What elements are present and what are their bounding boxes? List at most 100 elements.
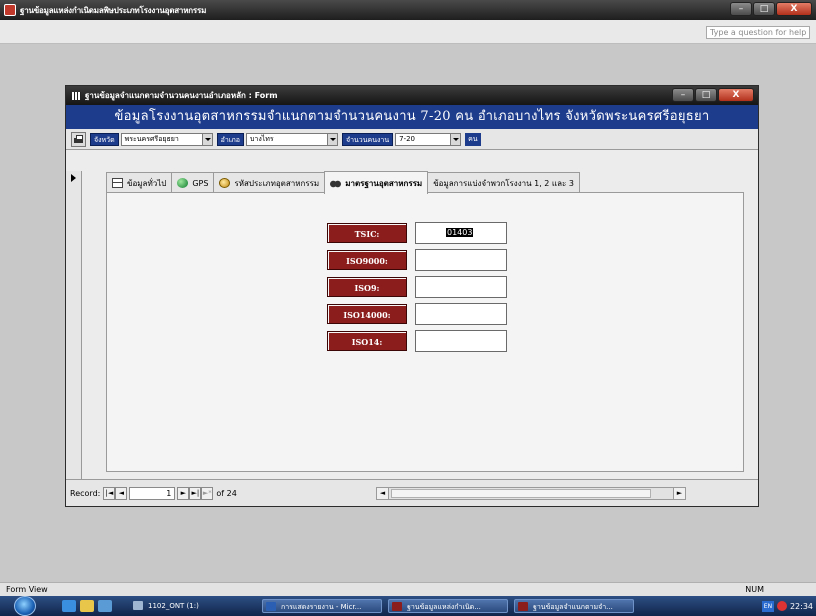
tab-industry-code[interactable]: รหัสประเภทอุตสาหกรรม [213,172,326,193]
iso9000-field: ISO9000: [327,249,507,271]
iso9000-label: ISO9000: [327,250,407,270]
maximize-button[interactable]: □ [753,2,775,16]
access-icon [392,602,402,611]
system-tray: EN 22:34 [761,596,816,616]
app-titlebar: ฐานข้อมูลแหล่งกำเนิดมลพิษประเภทโรงงานอุต… [0,0,816,20]
form-icon [72,91,81,100]
tab-general-info[interactable]: ข้อมูลทั่วไป [106,172,173,193]
start-button[interactable] [14,596,36,616]
minimize-button[interactable]: – [730,2,752,16]
prev-record-button[interactable]: ◄ [115,486,128,500]
record-count: of 24 [216,488,237,498]
last-record-button[interactable]: ►| [189,486,202,500]
media-icon[interactable] [98,600,112,612]
chevron-down-icon[interactable] [450,133,461,145]
taskbar-item-label: การแสดงรายงาน - Micr... [281,603,362,611]
help-search-input[interactable]: Type a question for help [706,26,810,39]
record-area: ข้อมูลทั่วไป GPS รหัสประเภทอุตสาหกรรม มา… [66,171,758,481]
word-icon [266,602,276,611]
district-combobox[interactable]: บางไทร [245,132,338,146]
form-maximize-button[interactable]: □ [695,88,717,102]
taskbar-item-word[interactable]: การแสดงรายงาน - Micr... [262,599,382,613]
district-value: บางไทร [249,134,274,143]
scroll-thumb[interactable] [391,489,651,498]
filter-row: จังหวัด พระนครศรีอยุธยา อำเภอ บางไทร จำน… [66,129,758,150]
tab-factory-classification[interactable]: ข้อมูลการแบ่งจำพวกโรงงาน 1, 2 และ 3 [427,172,580,193]
taskbar-item-access-form[interactable]: ฐานข้อมูลจำแนกตามจำ... [514,599,634,613]
tab-label: ข้อมูลทั่วไป [127,178,167,188]
tsic-input[interactable]: 01403 [415,222,507,244]
scroll-left-icon[interactable]: ◄ [377,488,389,499]
next-record-button[interactable]: ► [177,486,190,500]
record-selector[interactable] [66,171,82,481]
tab-label: รหัสประเภทอุตสาหกรรม [234,178,320,188]
horizontal-scrollbar[interactable]: ◄ ► [376,487,686,500]
workers-unit: คน [465,132,481,146]
taskbar-item-access-db[interactable]: ฐานข้อมูลแหล่งกำเนิด... [388,599,508,613]
industry-code-icon [219,178,231,188]
form-close-button[interactable]: X [718,88,754,102]
iso14000-input[interactable] [415,303,507,325]
tsic-label: TSIC: [327,223,407,243]
taskbar-item-label: ฐานข้อมูลแหล่งกำเนิด... [407,603,481,611]
antivirus-icon[interactable] [776,601,787,611]
app-window-controls: – □ X [730,2,812,16]
tab-label: GPS [192,178,209,188]
new-record-button[interactable]: ►* [201,486,214,500]
tab-industry-standards[interactable]: มาตรฐานอุตสาหกรรม [324,171,429,194]
current-record-arrow-icon [71,174,80,182]
status-view-mode: Form View [6,585,48,594]
tsic-field: TSIC: 01403 [327,222,507,244]
form-header-banner: ข้อมูลโรงงานอุตสาหกรรมจำแนกตามจำนวนคนงาน… [66,105,758,129]
ie-icon[interactable] [62,600,76,612]
tab-label: ข้อมูลการแบ่งจำพวกโรงงาน 1, 2 และ 3 [433,178,574,188]
province-combobox[interactable]: พระนครศรีอยุธยา [120,132,213,146]
iso14-field: ISO14: [327,330,507,352]
gps-icon [177,178,189,188]
status-bar: Form View NUM [0,582,816,596]
iso14000-field: ISO14000: [327,303,507,325]
taskbar: 1102_ONT (1:) การแสดงรายงาน - Micr... ฐา… [0,596,816,616]
province-label: จังหวัด [90,132,119,146]
record-label: Record: [70,488,101,498]
taskbar-item-label: ฐานข้อมูลจำแนกตามจำ... [533,603,613,611]
form-title: ฐานข้อมูลจำแนกตามจำนวนคนงานอำเภอหลัก : F… [85,91,278,100]
general-info-icon [112,178,123,188]
iso14000-label: ISO14000: [327,304,407,324]
close-button[interactable]: X [776,2,812,16]
standards-panel: TSIC: 01403 ISO9000: ISO9: ISO14000: ISO… [106,192,744,472]
iso14-input[interactable] [415,330,507,352]
iso14-label: ISO14: [327,331,407,351]
tab-strip: ข้อมูลทั่วไป GPS รหัสประเภทอุตสาหกรรม มา… [106,171,580,194]
workers-value: 7-20 [399,134,416,143]
first-record-button[interactable]: |◄ [103,486,116,500]
folder-icon[interactable] [80,600,94,612]
tab-label: มาตรฐานอุตสาหกรรม [345,178,423,188]
clock[interactable]: 22:34 [790,602,813,611]
taskbar-item-label: 1102_ONT (1:) [148,602,199,610]
chevron-down-icon[interactable] [326,133,337,145]
form-window: ฐานข้อมูลจำแนกตามจำนวนคนงานอำเภอหลัก : F… [65,85,759,507]
iso9-input[interactable] [415,276,507,298]
form-titlebar: ฐานข้อมูลจำแนกตามจำนวนคนงานอำเภอหลัก : F… [66,86,758,105]
workers-combobox[interactable]: 7-20 [395,132,462,146]
record-number-input[interactable]: 1 [129,486,176,500]
tab-gps[interactable]: GPS [171,172,215,193]
scroll-right-icon[interactable]: ► [673,488,685,499]
binoculars-icon [330,178,342,188]
taskbar-item-drive[interactable]: 1102_ONT (1:) [130,599,250,613]
chevron-down-icon[interactable] [201,133,212,145]
menu-bar: Type a question for help [0,20,816,44]
province-value: พระนครศรีอยุธยา [124,134,179,143]
tsic-value: 01403 [446,228,474,237]
iso9-field: ISO9: [327,276,507,298]
status-num-lock: NUM [745,585,764,594]
iso9-label: ISO9: [327,277,407,297]
access-icon [518,602,528,611]
iso9000-input[interactable] [415,249,507,271]
form-minimize-button[interactable]: – [672,88,694,102]
access-app-icon[interactable] [4,4,16,16]
printer-icon[interactable] [71,131,86,147]
record-navigation-bar: Record: |◄ ◄ 1 ► ►| ►* of 24 ◄ ► [66,479,758,506]
language-indicator[interactable]: EN [761,600,774,612]
